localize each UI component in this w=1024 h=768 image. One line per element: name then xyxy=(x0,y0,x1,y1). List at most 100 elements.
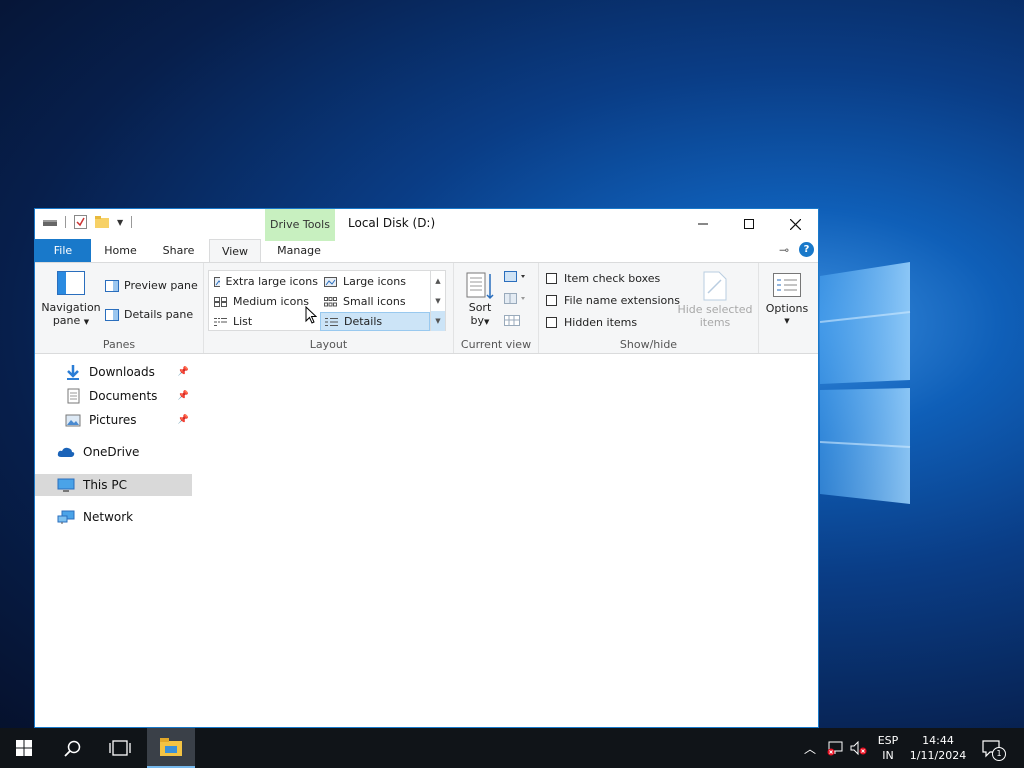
toolbar-separator xyxy=(131,216,133,228)
tab-share[interactable]: Share xyxy=(150,239,207,262)
hide-selected-items-icon xyxy=(703,271,727,301)
clock-time: 14:44 xyxy=(922,734,954,747)
task-view-button[interactable] xyxy=(96,728,144,768)
gallery-more-icon[interactable]: ▼ xyxy=(431,311,445,331)
layout-gallery-scrollbar[interactable]: ▲ ▼ ▼ xyxy=(430,271,445,331)
nav-item-label: Documents xyxy=(89,389,158,403)
pin-icon[interactable]: 📌 xyxy=(178,391,189,401)
add-columns-icon[interactable] xyxy=(504,293,528,305)
file-name-extensions-checkbox[interactable] xyxy=(546,295,557,306)
layout-item-label: Extra large icons xyxy=(225,275,318,288)
layout-small-icons[interactable]: Small icons xyxy=(320,292,430,311)
layout-details[interactable]: Details xyxy=(320,312,430,331)
maximize-button[interactable] xyxy=(726,209,772,239)
close-button[interactable] xyxy=(772,209,818,239)
options-button[interactable]: Options ▼ xyxy=(763,273,811,328)
details-pane-icon xyxy=(105,308,119,321)
taskbar-file-explorer-button[interactable] xyxy=(147,728,195,768)
navigation-pane-icon xyxy=(57,271,85,295)
extra-large-icons-icon xyxy=(214,276,220,287)
layout-item-label: Small icons xyxy=(343,295,406,308)
clock[interactable]: 14:44 1/11/2024 xyxy=(906,733,970,763)
item-check-boxes-label: Item check boxes xyxy=(564,272,661,285)
details-pane-label: Details pane xyxy=(124,308,194,321)
details-pane-button[interactable]: Details pane xyxy=(105,308,193,321)
layout-extra-large-icons[interactable]: Extra large icons xyxy=(210,272,318,291)
taskbar: ︿ ESP IN 14:44 1/11/2024 1 xyxy=(0,728,1024,768)
group-by-icon[interactable] xyxy=(504,271,528,283)
tab-view[interactable]: View xyxy=(209,239,261,262)
help-icon[interactable]: ? xyxy=(799,242,814,257)
new-folder-icon[interactable] xyxy=(95,216,109,228)
nav-item-onedrive[interactable]: OneDrive xyxy=(57,441,191,463)
language-code: ESP xyxy=(877,734,899,747)
volume-muted-icon[interactable] xyxy=(850,741,868,756)
details-icon xyxy=(325,317,338,326)
file-name-extensions-toggle[interactable]: File name extensions xyxy=(546,294,680,307)
file-explorer-window: ▼ Drive Tools Local Disk (D:) File Home … xyxy=(34,208,819,728)
pin-icon[interactable]: 📌 xyxy=(178,367,189,377)
toolbar-separator xyxy=(65,216,66,228)
scroll-up-icon[interactable]: ▲ xyxy=(431,271,445,291)
minimize-button[interactable] xyxy=(680,209,726,239)
tab-home[interactable]: Home xyxy=(93,239,148,262)
options-chevron-icon: ▼ xyxy=(784,317,790,325)
size-all-columns-icon[interactable] xyxy=(504,315,520,327)
customize-toolbar-chevron-icon[interactable]: ▼ xyxy=(117,218,123,227)
drive-tools-context-tab[interactable]: Drive Tools xyxy=(265,209,335,241)
nav-item-this-pc[interactable]: This PC xyxy=(35,474,192,496)
scroll-down-icon[interactable]: ▼ xyxy=(431,291,445,311)
language-layout: IN xyxy=(882,749,894,762)
layout-group-label: Layout xyxy=(309,338,348,351)
hidden-items-checkbox[interactable] xyxy=(546,317,557,328)
show-hidden-icons-chevron-icon[interactable]: ︿ xyxy=(804,740,816,757)
small-icons-icon xyxy=(324,296,337,306)
current-view-group-label: Current view xyxy=(460,338,532,351)
nav-item-documents[interactable]: Documents 📌 xyxy=(65,385,191,407)
sort-by-label: Sort xyxy=(468,301,492,314)
panes-group: Navigation pane ▼ Preview pane Details p… xyxy=(35,263,204,353)
tab-file[interactable]: File xyxy=(35,239,91,262)
windows-start-icon xyxy=(16,740,32,756)
sort-by-button[interactable]: Sort by▼ xyxy=(460,271,500,329)
ribbon-tabs: File Home Share View Manage ⊸ ? xyxy=(35,239,818,262)
action-center-button[interactable]: 1 xyxy=(982,740,1006,761)
layout-item-label: Large icons xyxy=(343,275,406,288)
sort-by-icon xyxy=(466,272,494,300)
nav-item-pictures[interactable]: Pictures 📌 xyxy=(65,409,191,431)
hide-selected-items-button[interactable]: Hide selected items xyxy=(677,271,753,329)
nav-item-network[interactable]: Network xyxy=(57,506,191,528)
downloads-icon xyxy=(67,365,79,380)
item-check-boxes-checkbox[interactable] xyxy=(546,273,557,284)
item-check-boxes-toggle[interactable]: Item check boxes xyxy=(546,272,660,285)
list-icon xyxy=(214,317,227,326)
onedrive-cloud-icon xyxy=(57,447,75,457)
hidden-items-toggle[interactable]: Hidden items xyxy=(546,316,637,329)
navigation-pane-label: Navigation xyxy=(41,301,101,314)
hidden-items-label: Hidden items xyxy=(564,316,638,329)
nav-item-downloads[interactable]: Downloads 📌 xyxy=(65,361,191,383)
expand-ribbon-icon[interactable]: ⊸ xyxy=(779,243,789,257)
preview-pane-icon xyxy=(105,279,119,292)
network-status-icon[interactable] xyxy=(826,741,844,756)
layout-large-icons[interactable]: Large icons xyxy=(320,272,430,291)
input-language-indicator[interactable]: ESP IN xyxy=(872,733,904,763)
show-hide-group: Item check boxes File name extensions Hi… xyxy=(539,263,759,353)
properties-icon[interactable] xyxy=(74,215,87,229)
pin-icon[interactable]: 📌 xyxy=(178,415,189,425)
this-pc-icon xyxy=(57,478,75,492)
tab-manage[interactable]: Manage xyxy=(264,239,334,262)
layout-item-label: Medium icons xyxy=(233,295,310,308)
layout-medium-icons[interactable]: Medium icons xyxy=(210,292,318,311)
clock-date: 1/11/2024 xyxy=(909,749,967,762)
start-button[interactable] xyxy=(0,728,48,768)
quick-access-toolbar: ▼ xyxy=(43,215,133,229)
drive-icon[interactable] xyxy=(43,217,57,227)
search-button[interactable] xyxy=(48,728,96,768)
layout-list[interactable]: List xyxy=(210,312,318,331)
preview-pane-button[interactable]: Preview pane xyxy=(105,279,198,292)
navigation-pane: Downloads 📌 Documents 📌 Pictures 📌 OneDr… xyxy=(35,355,195,727)
search-icon xyxy=(63,740,80,757)
nav-item-label: Pictures xyxy=(89,413,137,427)
navigation-pane-button[interactable]: Navigation pane ▼ xyxy=(41,271,101,329)
